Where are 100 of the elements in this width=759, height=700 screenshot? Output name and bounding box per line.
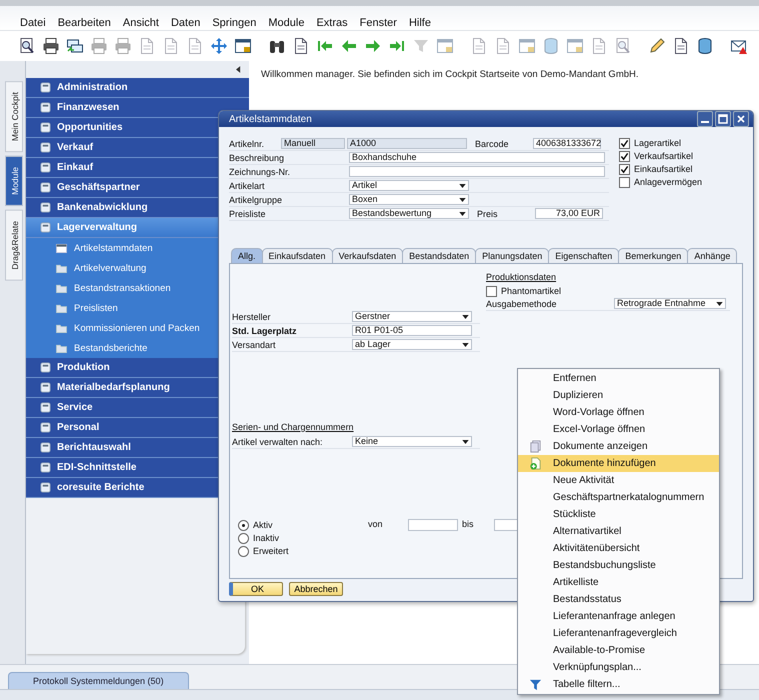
checkbox[interactable] — [619, 164, 630, 174]
collapse-arrow-icon[interactable] — [236, 66, 241, 73]
side-tab[interactable]: Mein Cockpit — [5, 81, 23, 152]
menu-item[interactable]: Daten — [170, 16, 200, 30]
radio-label: Inaktiv — [253, 533, 280, 543]
menu-item[interactable]: Fenster — [360, 16, 397, 30]
tab[interactable]: Einkaufsdaten — [262, 248, 333, 263]
menu-item[interactable]: Bearbeiten — [58, 16, 111, 30]
section-heading: Produktionsdaten — [486, 272, 558, 284]
field-label: bis — [462, 519, 475, 531]
folder-icon — [56, 324, 67, 332]
new-document-icon[interactable] — [292, 37, 310, 55]
menu-item[interactable]: Ansicht — [122, 16, 159, 30]
context-menu-item[interactable]: Bestandsbuchungsliste — [518, 557, 719, 574]
printer-icon[interactable] — [42, 37, 60, 55]
dropdown-field[interactable]: Bestandsbewertung — [349, 208, 469, 219]
side-tab[interactable]: Drag&Relate — [5, 210, 23, 281]
price-field[interactable]: 73,00 EUR — [535, 208, 603, 219]
context-menu-item[interactable]: Verknüpfungsplan... — [518, 659, 719, 676]
menu-item[interactable]: Module — [268, 16, 304, 30]
context-menu-item[interactable]: Bestandsstatus — [518, 591, 719, 608]
submenu-item[interactable]: Bestandstransaktionen — [26, 278, 249, 298]
context-menu-item[interactable]: Geschäftspartnerkatalognummern — [518, 489, 719, 506]
text-field[interactable]: Boxhandschuhe — [349, 152, 605, 163]
side-tab[interactable]: Module — [5, 156, 23, 206]
module-icon — [40, 162, 51, 173]
module-icon — [40, 122, 51, 133]
radio-button[interactable] — [238, 520, 249, 530]
context-menu-item[interactable]: Excel-Vorlage öffnen — [518, 421, 719, 438]
menu-item[interactable]: Extras — [316, 16, 348, 30]
dropdown-arrow-icon — [459, 198, 466, 202]
context-menu-item[interactable]: Duplizieren — [518, 387, 719, 404]
context-menu-item[interactable]: Tabelle filtern... — [518, 676, 719, 693]
dropdown-arrow-icon — [462, 314, 469, 318]
numbering-mode-field[interactable]: Manuell — [281, 138, 345, 149]
context-menu-item[interactable]: Lieferantenanfrage anlegen — [518, 608, 719, 625]
context-menu-item[interactable]: Dokumente hinzufügen — [518, 455, 719, 472]
context-menu-item[interactable]: Artikelliste — [518, 574, 719, 591]
module-icon — [40, 202, 51, 213]
module-icon — [40, 462, 51, 473]
barcode-field[interactable]: 4006381333672 — [533, 138, 601, 149]
radio-button[interactable] — [238, 532, 249, 544]
date-field[interactable] — [408, 519, 458, 531]
dropdown-field[interactable]: ab Lager — [352, 339, 472, 350]
context-menu-item[interactable]: Aktivitätenübersicht — [518, 540, 719, 557]
context-menu-item[interactable]: Lieferantenanfragevergleich — [518, 625, 719, 642]
document-magnifier-icon[interactable] — [18, 37, 36, 55]
database-icon[interactable] — [696, 37, 714, 55]
checkbox[interactable] — [486, 286, 497, 296]
radio-label: Erweitert — [253, 546, 289, 556]
checkbox[interactable] — [619, 150, 630, 162]
module-icon — [40, 382, 51, 393]
tab[interactable]: Eigenschaften — [548, 248, 620, 263]
tab[interactable]: Bestandsdaten — [402, 248, 476, 263]
system-messages-tab[interactable]: Protokoll Systemmeldungen (50) — [8, 672, 189, 689]
window-icon — [56, 244, 67, 252]
dropdown-field[interactable]: Artikel — [349, 180, 469, 191]
context-menu-item[interactable]: Dokumente anzeigen — [518, 438, 719, 455]
text-field[interactable] — [349, 166, 605, 177]
folder-icon — [56, 284, 67, 292]
checkbox[interactable] — [619, 138, 630, 148]
module-icon — [40, 422, 51, 433]
context-menu-item[interactable]: Word-Vorlage öffnen — [518, 404, 719, 421]
tab[interactable]: Planungsdaten — [475, 248, 550, 263]
context-menu-item[interactable]: Available-to-Promise — [518, 642, 719, 659]
radio-button[interactable] — [238, 546, 249, 556]
dropdown-field[interactable]: Retrograde Entnahme — [614, 298, 726, 309]
tab[interactable]: Bemerkungen — [618, 248, 688, 263]
context-menu-item[interactable]: Stückliste — [518, 506, 719, 523]
context-menu-item[interactable]: Alternativartikel — [518, 523, 719, 540]
checkbox[interactable] — [619, 176, 630, 188]
dropdown-arrow-icon — [716, 302, 723, 306]
dropdown-field[interactable]: Keine — [352, 436, 472, 447]
pencil-icon[interactable] — [648, 37, 666, 55]
cancel-button[interactable]: Abbrechen — [289, 582, 343, 596]
context-menu-item[interactable]: Neue Aktivität — [518, 472, 719, 489]
close-button[interactable] — [733, 111, 749, 127]
maximize-icon — [717, 113, 729, 125]
text-field[interactable]: R01 P01-05 — [352, 325, 472, 336]
tab[interactable]: Anhänge — [687, 248, 738, 263]
document-add-icon — [529, 457, 542, 470]
maximize-button[interactable] — [715, 111, 731, 127]
envelopes-icon[interactable] — [66, 37, 84, 55]
module-item[interactable]: Administration — [26, 78, 249, 98]
menu-item[interactable]: Hilfe — [408, 16, 431, 30]
move-arrows-icon[interactable] — [210, 37, 228, 55]
context-menu-item[interactable]: Entfernen — [518, 370, 719, 387]
menu-item[interactable]: Springen — [212, 16, 256, 30]
item-number-field[interactable]: A1000 — [347, 138, 467, 149]
tab[interactable]: Allg. — [231, 248, 263, 263]
dropdown-field[interactable]: Boxen — [349, 194, 469, 205]
dropdown-arrow-icon — [459, 184, 466, 188]
menu-item[interactable]: Datei — [20, 16, 46, 30]
field-label: Hersteller — [232, 312, 272, 322]
minimize-button[interactable] — [697, 111, 713, 127]
ok-button[interactable]: OK — [229, 582, 283, 596]
dropdown-field[interactable]: Gerstner — [352, 311, 472, 322]
tab[interactable]: Verkaufsdaten — [332, 248, 404, 263]
checkbox-label: Verkaufsartikel — [634, 151, 694, 161]
next-record-icon[interactable] — [364, 37, 382, 55]
